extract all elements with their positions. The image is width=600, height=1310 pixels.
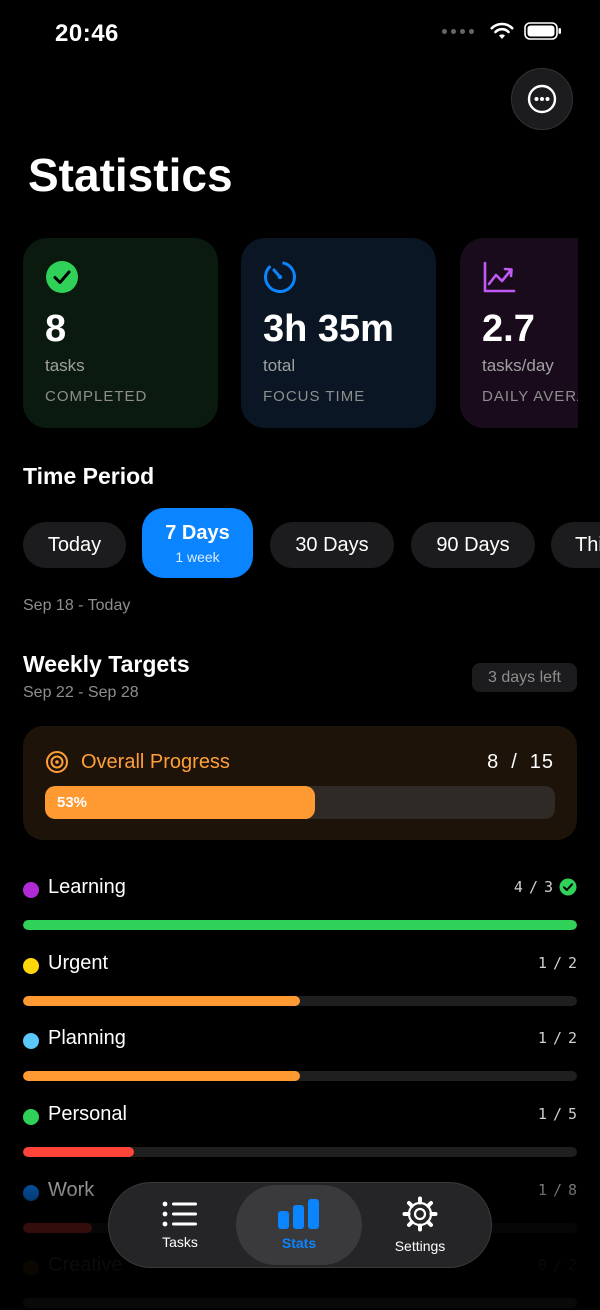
category-done: 4: [513, 878, 523, 896]
category-separator: /: [552, 1029, 562, 1047]
category-separator: /: [552, 1105, 562, 1123]
category-name: Urgent: [48, 952, 109, 974]
weekly-targets-date-range: Sep 22 - Sep 28: [23, 684, 139, 701]
category-color-dot: [23, 882, 39, 898]
overall-progress-label: Overall Progress: [81, 751, 230, 773]
category-progress-track: [23, 996, 577, 1006]
category-progress-fill: [23, 996, 300, 1006]
daily-average-caption: DAILY AVERAGE: [482, 388, 578, 405]
category-separator: /: [528, 878, 538, 896]
overall-progress-percent: 53%: [57, 794, 88, 811]
category-row-planning: Planning 1 / 2: [23, 1023, 577, 1083]
chart-line-icon: [483, 261, 516, 293]
category-progress-fill: [23, 920, 577, 930]
period-range-text: Sep 18 - Today: [23, 597, 131, 614]
daily-average-card[interactable]: 2.7 tasks/day DAILY AVERAGE: [460, 238, 578, 428]
category-target: 3: [543, 878, 553, 896]
period-label: 7 Days: [165, 521, 230, 544]
page-title: Statistics: [28, 149, 233, 201]
completed-card[interactable]: 8 tasks COMPLETED: [23, 238, 218, 428]
category-target: 5: [567, 1105, 577, 1123]
period-90-days-button[interactable]: 90 Days: [411, 522, 535, 568]
category-row-personal: Personal 1 / 5: [23, 1099, 577, 1159]
bar-chart-icon: [278, 1199, 319, 1229]
tab-label: Settings: [394, 1238, 446, 1254]
focus-time-unit: total: [263, 356, 296, 375]
category-progress-track: [23, 1071, 577, 1081]
period-label: Today: [47, 533, 102, 556]
period-7-days-button[interactable]: 7 Days 1 week: [142, 508, 253, 578]
overall-total: 15: [529, 751, 554, 773]
more-options-button[interactable]: [511, 68, 573, 130]
time-period-title: Time Period: [23, 463, 155, 489]
tab-settings[interactable]: Settings: [357, 1185, 483, 1265]
completed-value: 8: [45, 308, 67, 350]
category-row-urgent: Urgent 1 / 2: [23, 948, 577, 1008]
category-color-dot: [23, 958, 39, 974]
daily-average-value: 2.7: [482, 308, 535, 350]
checkmark-circle-icon: [46, 261, 78, 293]
category-done: 1: [537, 954, 547, 972]
focus-time-card[interactable]: 3h 35m total FOCUS TIME: [241, 238, 436, 428]
tab-stats[interactable]: Stats: [236, 1185, 362, 1265]
category-count: 1 / 2: [538, 954, 577, 972]
category-done: 1: [537, 1105, 547, 1123]
completed-unit: tasks: [45, 356, 85, 375]
period-label: This Year: [575, 533, 600, 556]
category-row-learning: Learning 4 / 3: [23, 872, 577, 932]
category-progress-track: [23, 920, 577, 930]
target-icon: [46, 751, 68, 773]
category-progress-fill: [23, 1071, 300, 1081]
category-progress-track: [23, 1147, 577, 1157]
category-count: 1 / 2: [538, 1029, 577, 1047]
weekly-targets-title: Weekly Targets: [23, 651, 190, 677]
gear-icon: [402, 1196, 438, 1232]
category-count: 1 / 5: [538, 1105, 577, 1123]
category-count: 4 / 3: [514, 878, 577, 896]
category-color-dot: [23, 1109, 39, 1125]
period-sublabel: 1 week: [175, 548, 220, 565]
cellular-signal-icon: [442, 28, 474, 34]
battery-icon: [524, 22, 561, 40]
category-name: Personal: [48, 1103, 127, 1125]
tab-label: Tasks: [162, 1234, 198, 1250]
category-target: 2: [567, 1029, 577, 1047]
tab-bar: Tasks Stats Settings: [108, 1182, 492, 1268]
focus-time-value: 3h 35m: [263, 308, 394, 350]
status-bar: 20:46: [0, 0, 600, 70]
stat-cards-carousel[interactable]: 8 tasks COMPLETED 3h 35m total FOCUS TIM…: [23, 238, 578, 428]
overall-progress-card: Overall Progress 8 / 15 53%: [23, 726, 577, 840]
focus-time-caption: FOCUS TIME: [263, 388, 366, 405]
overall-done: 8: [487, 751, 500, 773]
category-target: 2: [567, 954, 577, 972]
category-color-dot: [23, 1033, 39, 1049]
completed-caption: COMPLETED: [45, 388, 148, 405]
list-icon: [162, 1201, 197, 1227]
category-progress-fill: [23, 1147, 134, 1157]
category-done: 1: [537, 1029, 547, 1047]
wifi-icon: [490, 22, 514, 39]
days-left-badge: 3 days left: [472, 663, 577, 692]
period-30-days-button[interactable]: 30 Days: [270, 522, 394, 568]
category-separator: /: [552, 954, 562, 972]
status-icons: [442, 22, 562, 40]
period-this-year-button[interactable]: This Year: [551, 522, 600, 568]
tab-tasks[interactable]: Tasks: [117, 1185, 243, 1265]
checkmark-circle-icon: [559, 878, 577, 896]
timer-icon: [264, 261, 296, 293]
period-today-button[interactable]: Today: [23, 522, 126, 568]
status-time: 20:46: [55, 20, 119, 47]
period-label: 90 Days: [436, 533, 510, 556]
category-name: Learning: [48, 876, 126, 898]
time-period-selector[interactable]: Today 7 Days 1 week 30 Days 90 Days This…: [23, 508, 600, 580]
category-progress-track: [23, 1298, 577, 1308]
overall-separator: /: [511, 751, 518, 773]
overall-progress-count: 8 / 15: [487, 751, 554, 774]
period-label: 30 Days: [295, 533, 369, 556]
category-name: Planning: [48, 1027, 126, 1049]
tab-label: Stats: [281, 1235, 317, 1251]
daily-average-unit: tasks/day: [482, 356, 554, 375]
ellipsis-circle-icon: [527, 84, 557, 114]
overall-progress-track: 53%: [45, 786, 555, 819]
